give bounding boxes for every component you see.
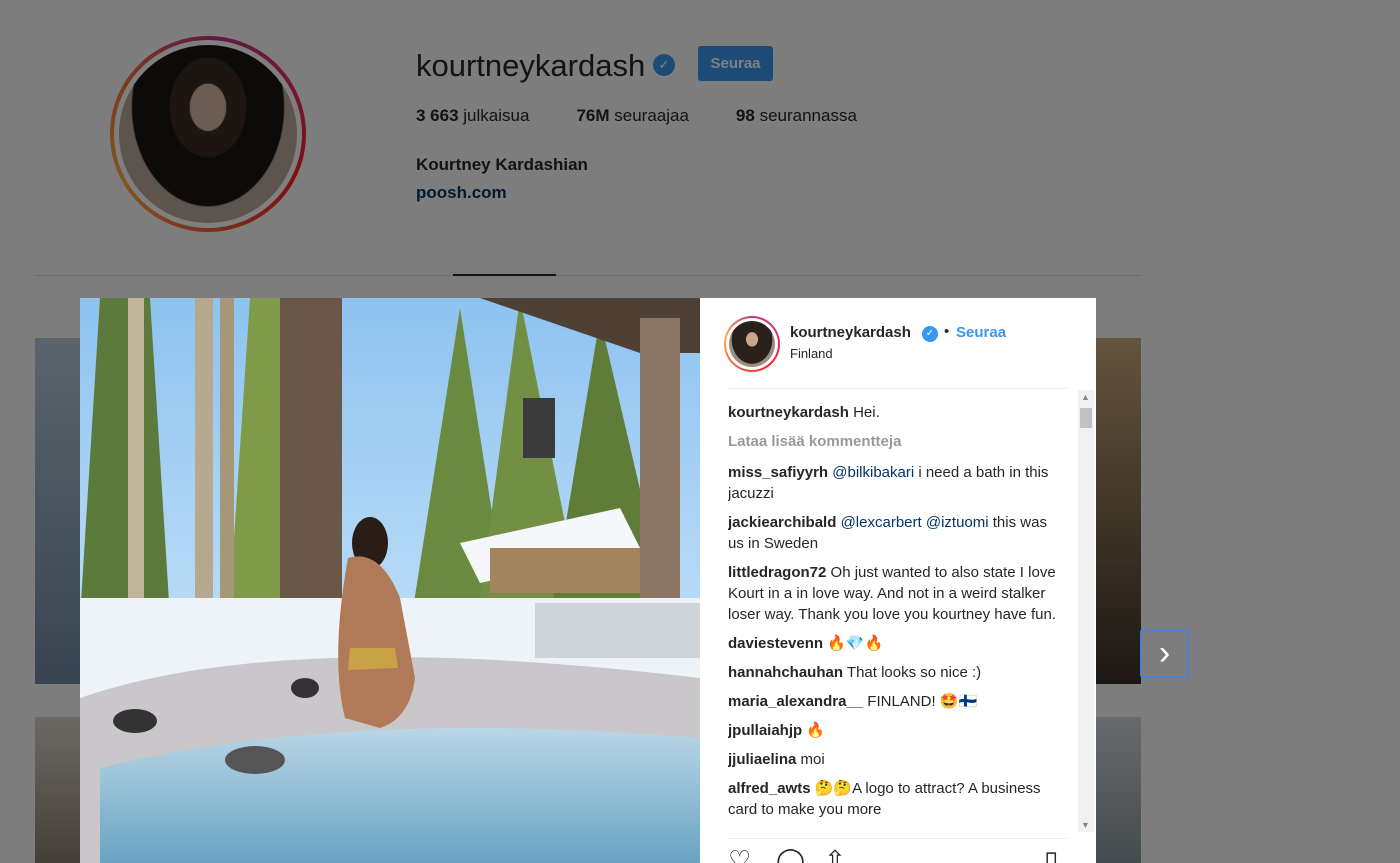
comment-item: jackiearchibald @lexcarbert @iztuomi thi… — [728, 512, 1064, 554]
share-icon[interactable]: ⇧ — [824, 847, 846, 863]
comment-item: alfred_awts 🤔🤔A logo to attract? A busin… — [728, 778, 1064, 820]
comment-icon[interactable]: ◯ — [776, 847, 805, 863]
comment-username[interactable]: jpullaiahjp — [728, 722, 802, 739]
comment-item: hannahchauhan That looks so nice :) — [728, 662, 1064, 683]
post-sidebar: kourtneykardash ✓ • Seuraa Finland kourt… — [700, 298, 1096, 863]
scroll-up-icon[interactable]: ▲ — [1081, 392, 1090, 402]
comment-text: FINLAND! 🤩🇫🇮 — [867, 693, 978, 710]
comment-username[interactable]: hannahchauhan — [728, 664, 843, 681]
caption: kourtneykardash Hei. — [728, 402, 1064, 423]
comment-item: jjuliaelina moi — [728, 749, 1064, 770]
comment-item: jpullaiahjp 🔥 — [728, 720, 1064, 741]
comment-mention[interactable]: @lexcarbert — [841, 514, 922, 531]
post-follow-button[interactable]: Seuraa — [956, 324, 1006, 341]
comment-text: 🔥💎🔥 — [827, 635, 884, 652]
comment-text: That looks so nice :) — [846, 664, 982, 681]
comment-text: moi — [800, 751, 825, 768]
comment-username[interactable]: jjuliaelina — [728, 751, 796, 768]
comment-item: maria_alexandra__ FINLAND! 🤩🇫🇮 — [728, 691, 1064, 712]
heart-icon[interactable]: ♡ — [728, 847, 751, 863]
comments-scrollbar[interactable]: ▲ ▼ — [1078, 390, 1094, 832]
actions-divider — [728, 838, 1068, 839]
post-actions: ♡ ◯ ⇧ ▯ — [728, 847, 1068, 863]
header-separator: • — [944, 323, 950, 340]
scrollbar-thumb[interactable] — [1080, 408, 1092, 428]
post-photo[interactable] — [80, 298, 700, 863]
bookmark-icon[interactable]: ▯ — [1044, 847, 1058, 863]
comment-username[interactable]: miss_safiyyrh — [728, 464, 828, 481]
comment-item: miss_safiyyrh @bilkibakari i need a bath… — [728, 462, 1064, 504]
post-author-avatar[interactable] — [724, 316, 780, 372]
comment-username[interactable]: maria_alexandra__ — [728, 693, 863, 710]
comment-mention[interactable]: @bilkibakari — [832, 464, 914, 481]
verified-badge-icon: ✓ — [922, 326, 938, 342]
post-author-username[interactable]: kourtneykardash — [790, 324, 911, 341]
comment-item: daviestevenn 🔥💎🔥 — [728, 633, 1064, 654]
post-photo-image — [80, 298, 700, 863]
comments-list[interactable]: kourtneykardash Hei. Lataa lisää komment… — [728, 402, 1064, 832]
chevron-right-icon[interactable]: › — [1140, 629, 1189, 678]
comment-text: 🔥 — [806, 722, 826, 739]
post-modal: kourtneykardash ✓ • Seuraa Finland kourt… — [80, 298, 1096, 863]
comment-username[interactable]: jackiearchibald — [728, 514, 836, 531]
comment-item: littledragon72 Oh just wanted to also st… — [728, 562, 1064, 625]
header-divider — [728, 388, 1068, 389]
comment-username[interactable]: daviestevenn — [728, 635, 823, 652]
load-more-comments-button[interactable]: Lataa lisää kommentteja — [728, 431, 1064, 452]
scroll-down-icon[interactable]: ▼ — [1081, 820, 1090, 830]
post-location[interactable]: Finland — [790, 346, 833, 361]
comment-username[interactable]: alfred_awts — [728, 780, 811, 797]
comment-username[interactable]: kourtneykardash — [728, 404, 849, 421]
comment-username[interactable]: littledragon72 — [728, 564, 826, 581]
comment-text: Hei. — [853, 404, 880, 421]
comment-mention[interactable]: @iztuomi — [926, 514, 989, 531]
